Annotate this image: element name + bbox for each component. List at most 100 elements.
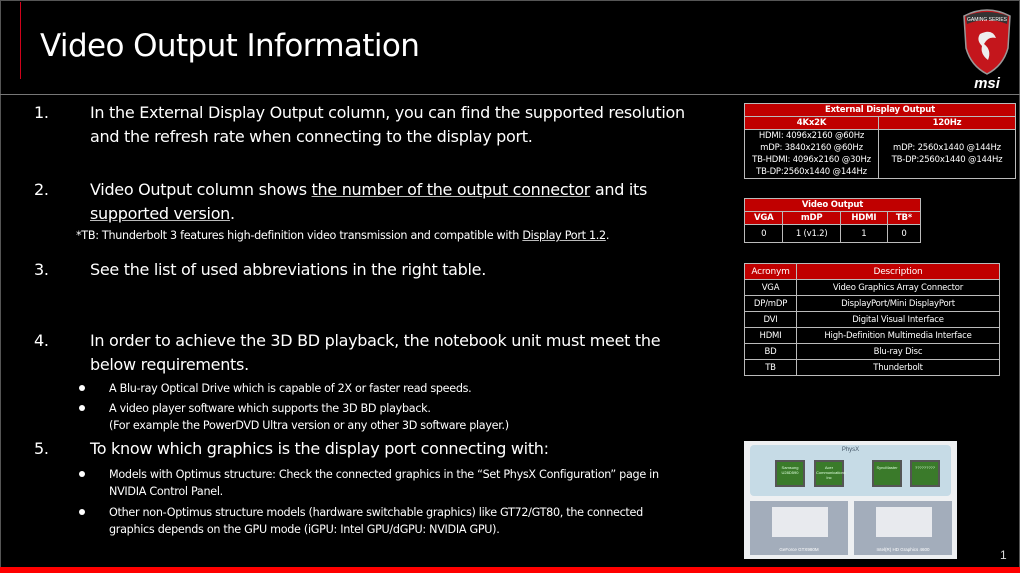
external-display-output-table: External Display Output 4Kx2K 120Hz HDMI… bbox=[744, 103, 1016, 179]
list-item-5: 5. To know which graphics is the display… bbox=[34, 437, 734, 461]
table-cell: DP/mDP bbox=[744, 295, 797, 312]
column-header: 4Kx2K bbox=[744, 116, 879, 130]
column-header: 120Hz bbox=[878, 116, 1016, 130]
item-line: below requirements. bbox=[90, 355, 249, 374]
bullet-line: NVIDIA Control Panel. bbox=[109, 485, 223, 498]
table-cell: TB bbox=[744, 359, 797, 376]
monitor-icon: Acer Communications Inc bbox=[814, 460, 846, 487]
page-title: Video Output Information bbox=[40, 28, 420, 64]
column-header: TB* bbox=[886, 211, 922, 225]
bullet-item: Models with Optimus structure: Check the… bbox=[79, 466, 719, 500]
table-row: BD Blu-ray Disc bbox=[744, 343, 1000, 360]
item-text-segment: Video Output column shows bbox=[90, 180, 312, 199]
table-cell: Blu-ray Disc bbox=[796, 343, 1000, 360]
resolution-entry: TB-HDMI: 4096x2160 @30Hz bbox=[752, 155, 871, 165]
resolution-entry: TB-DP:2560x1440 @144Hz bbox=[756, 167, 867, 177]
table-cell: 1 (v1.2) bbox=[782, 224, 841, 243]
list-item-3: 3. See the list of used abbreviations in… bbox=[34, 258, 734, 282]
table-cell: DisplayPort/Mini DisplayPort bbox=[796, 295, 1000, 312]
bullet-text: Models with Optimus structure: Check the… bbox=[109, 466, 659, 500]
brand-logo-text: msi bbox=[974, 75, 1001, 90]
acronym-table: Acronym Description VGA Video Graphics Ar… bbox=[744, 263, 1000, 376]
item-number: 3. bbox=[34, 260, 49, 279]
bullet-dot-icon bbox=[79, 509, 85, 515]
physx-configuration-image: PhysX Samsung U28D590 Acer Communication… bbox=[744, 441, 957, 559]
page-number: 1 bbox=[1000, 548, 1007, 562]
item-text: In order to achieve the 3D BD playback, … bbox=[90, 329, 661, 377]
list-item-2: 2. Video Output column shows the number … bbox=[34, 178, 734, 226]
column-header: VGA bbox=[743, 211, 784, 225]
table-cell: VGA bbox=[744, 279, 797, 296]
bullet-line: (For example the PowerDVD Ultra version … bbox=[109, 419, 509, 432]
item-text: Video Output column shows the number of … bbox=[90, 178, 647, 226]
item-number: 5. bbox=[34, 439, 49, 458]
column-header: HDMI bbox=[839, 211, 888, 225]
bullet-dot-icon bbox=[79, 405, 85, 411]
table-cell: Video Graphics Array Connector bbox=[796, 279, 1000, 296]
column-header: Acronym bbox=[744, 263, 797, 280]
bullet-item: A video player software which supports t… bbox=[79, 400, 719, 434]
table-cell: HDMI bbox=[744, 327, 797, 344]
table-cell: DVI bbox=[744, 311, 797, 328]
table-row: VGA Video Graphics Array Connector bbox=[744, 279, 1000, 296]
table-cell: Digital Visual Interface bbox=[796, 311, 1000, 328]
item-line: In the External Display Output column, y… bbox=[90, 103, 685, 122]
monitor-icon: ????????? bbox=[910, 460, 940, 487]
title-divider bbox=[0, 94, 1020, 95]
bullet-item: Other non-Optimus structure models (hard… bbox=[79, 504, 719, 538]
monitor-icon: SyncMaster bbox=[872, 460, 902, 487]
table-cell: 1 bbox=[839, 224, 888, 243]
physx-panel: PhysX Samsung U28D590 Acer Communication… bbox=[750, 445, 951, 496]
bullet-item: A Blu-ray Optical Drive which is capable… bbox=[79, 380, 719, 397]
resolution-entry: mDP: 2560x1440 @144Hz bbox=[893, 143, 1001, 153]
column-header: Description bbox=[796, 263, 1000, 280]
table-row: DVI Digital Visual Interface bbox=[744, 311, 1000, 328]
physx-label: PhysX bbox=[841, 447, 860, 453]
bottom-accent-bar bbox=[0, 567, 1020, 573]
table-cell: High-Definition Multimedia Interface bbox=[796, 327, 1000, 344]
bullet-text: A Blu-ray Optical Drive which is capable… bbox=[109, 382, 472, 395]
gpu-block: GeForce GTX980M bbox=[750, 501, 848, 555]
thunderbolt-footnote: *TB: Thunderbolt 3 features high-definit… bbox=[76, 229, 609, 242]
resolution-entry: HDMI: 4096x2160 @60Hz bbox=[758, 131, 865, 141]
bullet-dot-icon bbox=[79, 385, 85, 391]
monitor-icon: Samsung U28D590 bbox=[775, 460, 805, 487]
item-number: 4. bbox=[34, 331, 49, 350]
table-title: Video Output bbox=[744, 198, 921, 212]
table-title: External Display Output bbox=[744, 103, 1016, 117]
video-output-table: Video Output VGA mDP HDMI TB* 0 1 (v1.2)… bbox=[743, 198, 922, 243]
table-row: TB Thunderbolt bbox=[744, 359, 1000, 376]
title-accent-line bbox=[20, 2, 21, 79]
table-cell: BD bbox=[744, 343, 797, 360]
item-line: and the refresh rate when connecting to … bbox=[90, 127, 533, 146]
item-text: In the External Display Output column, y… bbox=[90, 101, 685, 149]
bullet-dot-icon bbox=[79, 471, 85, 477]
port-panel bbox=[772, 507, 828, 537]
table-row: HDMI High-Definition Multimedia Interface bbox=[744, 327, 1000, 344]
column-header: mDP bbox=[782, 211, 841, 225]
port-panel bbox=[876, 507, 932, 537]
gpu-label: GeForce GTX980M bbox=[779, 547, 819, 552]
table-row: DP/mDP DisplayPort/Mini DisplayPort bbox=[744, 295, 1000, 312]
bullet-line: Other non-Optimus structure models (hard… bbox=[109, 506, 643, 519]
table-cell: 0 bbox=[743, 224, 784, 243]
footnote-text: . bbox=[605, 229, 610, 242]
underlined-phrase: the number of the output connector bbox=[311, 180, 591, 199]
table-cell: HDMI: 4096x2160 @60Hz mDP: 3840x2160 @60… bbox=[744, 129, 879, 179]
bullet-line: Models with Optimus structure: Check the… bbox=[109, 468, 659, 481]
footnote-text: *TB: Thunderbolt 3 features high-definit… bbox=[76, 229, 523, 242]
item-text: To know which graphics is the display po… bbox=[90, 439, 549, 458]
gpu-block: Intel(R) HD Graphics 4600 bbox=[854, 501, 952, 555]
table-cell: Thunderbolt bbox=[796, 359, 1000, 376]
table-cell: mDP: 2560x1440 @144Hz TB-DP:2560x1440 @1… bbox=[878, 129, 1016, 179]
item-number: 1. bbox=[34, 103, 49, 122]
item-text-segment: and its bbox=[590, 180, 648, 199]
item-number: 2. bbox=[34, 180, 49, 199]
bullet-text: A video player software which supports t… bbox=[109, 400, 509, 434]
badge-text: GAMING SERIES bbox=[967, 17, 1008, 23]
item-text: See the list of used abbreviations in th… bbox=[90, 260, 487, 279]
gpu-label: Intel(R) HD Graphics 4600 bbox=[876, 547, 930, 552]
item-line: In order to achieve the 3D BD playback, … bbox=[90, 331, 661, 350]
item-text-segment: . bbox=[230, 204, 235, 223]
list-item-4: 4. In order to achieve the 3D BD playbac… bbox=[34, 329, 734, 377]
